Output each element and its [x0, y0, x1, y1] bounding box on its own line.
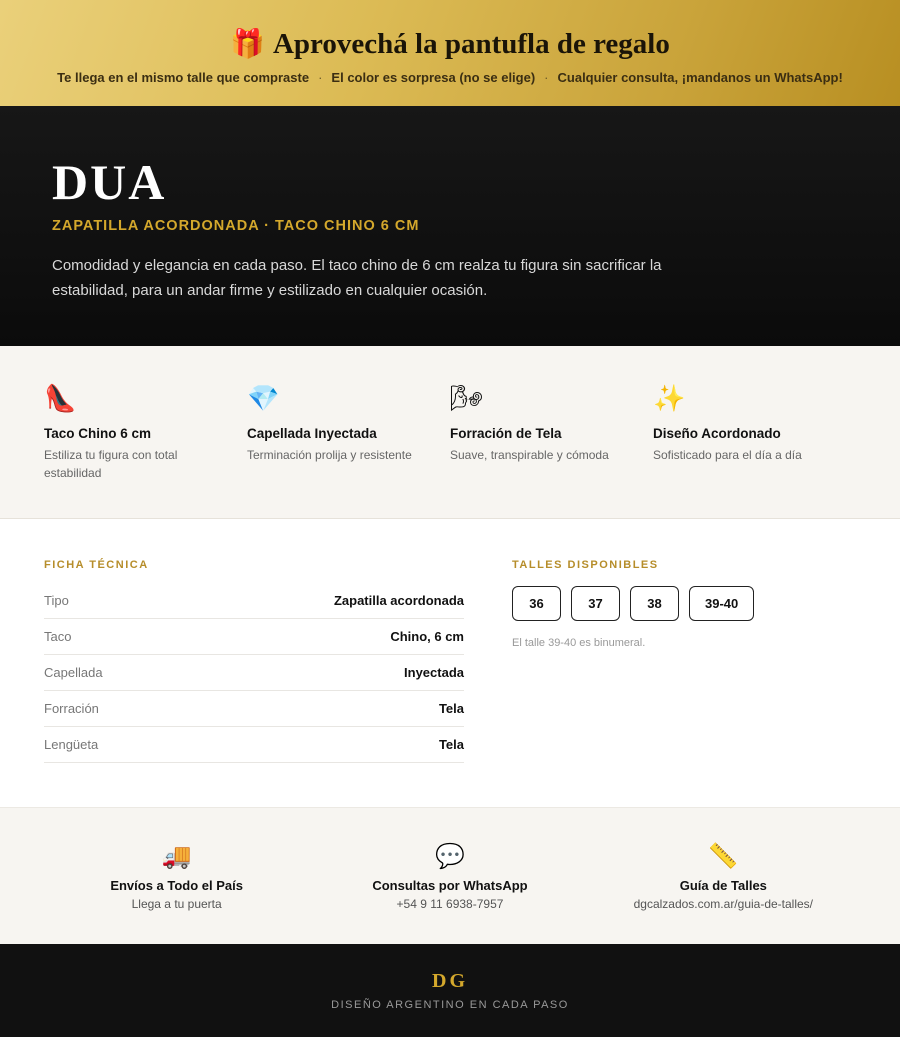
spec-row: Taco Chino, 6 cm — [44, 619, 464, 655]
spec-table: Tipo Zapatilla acordonada Taco Chino, 6 … — [44, 583, 464, 763]
feature-item: ✨ Diseño Acordonado Sofisticado para el … — [653, 384, 856, 518]
size-option-36[interactable]: 36 — [512, 586, 561, 621]
hero-section: DUA ZAPATILLA ACORDONADA · TACO CHINO 6 … — [0, 106, 900, 346]
feature-description: Sofisticado para el día a día — [653, 448, 802, 462]
spec-key: Lengüeta — [44, 737, 99, 752]
footer-logo: DG — [432, 970, 468, 992]
features-section: 👠 Taco Chino 6 cm Estiliza tu figura con… — [0, 346, 900, 519]
spec-row: Lengüeta Tela — [44, 727, 464, 763]
spec-row: Forración Tela — [44, 691, 464, 727]
spec-value: Inyectada — [404, 665, 464, 680]
product-description: Comodidad y elegancia en cada paso. El t… — [52, 257, 662, 299]
product-subtitle: ZAPATILLA ACORDONADA · TACO CHINO 6 CM — [52, 218, 420, 234]
service-title: Guía de Talles — [679, 878, 767, 893]
spec-key: Capellada — [44, 665, 103, 680]
promo-title-row: 🎁 Aprovechá la pantufla de regalo — [0, 26, 900, 62]
high-heel-icon: 👠 — [44, 384, 77, 414]
gem-icon: 💎 — [247, 384, 280, 414]
spec-row: Capellada Inyectada — [44, 655, 464, 691]
truck-icon: 🚚 — [161, 842, 192, 870]
feature-description: Terminación prolija y resistente — [247, 448, 412, 462]
ruler-icon: 📏 — [708, 842, 739, 870]
size-option-38[interactable]: 38 — [630, 586, 679, 621]
details-section: FICHA TÉCNICA Tipo Zapatilla acordonada … — [0, 519, 900, 808]
feature-title: Taco Chino 6 cm — [44, 426, 152, 441]
feature-item: 👠 Taco Chino 6 cm Estiliza tu figura con… — [44, 384, 247, 518]
service-title: Envíos a Todo el País — [110, 878, 243, 893]
size-note: El talle 39-40 es binumeral. — [512, 637, 646, 649]
spec-value: Chino, 6 cm — [390, 629, 464, 644]
size-option-39-40[interactable]: 39-40 — [689, 586, 755, 621]
size-option-37[interactable]: 37 — [571, 586, 620, 621]
whatsapp-number[interactable]: +54 9 11 6938-7957 — [320, 897, 580, 911]
promo-item: Cualquier consulta, ¡mandanos un WhatsAp… — [557, 70, 843, 85]
feature-description: Estiliza tu figura con total estabilidad — [44, 448, 178, 480]
footer-tagline: DISEÑO ARGENTINO EN CADA PASO — [331, 999, 569, 1011]
spec-value: Tela — [438, 701, 464, 716]
service-description: Llega a tu puerta — [131, 897, 222, 911]
service-item: 📏 Guía de Talles dgcalzados.com.ar/guia-… — [593, 842, 853, 944]
service-item: 💬 Consultas por WhatsApp +54 9 11 6938-7… — [320, 842, 580, 944]
chat-bubble-icon: 💬 — [435, 842, 465, 870]
spec-key: Tipo — [44, 593, 69, 608]
feature-item: 🌬 Forración de Tela Suave, transpirable … — [450, 384, 653, 518]
sizes-panel: TALLES DISPONIBLES 36 37 38 39-40 El tal… — [512, 559, 856, 807]
footer: DG DISEÑO ARGENTINO EN CADA PASO — [0, 944, 900, 1037]
service-item: 🚚 Envíos a Todo el País Llega a tu puert… — [47, 842, 307, 944]
promo-banner: 🎁 Aprovechá la pantufla de regalo Te lle… — [0, 0, 900, 106]
services-section: 🚚 Envíos a Todo el País Llega a tu puert… — [0, 808, 900, 944]
spec-sheet: FICHA TÉCNICA Tipo Zapatilla acordonada … — [44, 559, 464, 807]
spec-row: Tipo Zapatilla acordonada — [44, 583, 464, 619]
size-guide-link[interactable]: dgcalzados.com.ar/guia-de-talles/ — [593, 897, 853, 911]
size-options: 36 37 38 39-40 — [512, 586, 856, 621]
spec-sheet-label: FICHA TÉCNICA — [44, 559, 149, 571]
feature-description: Suave, transpirable y cómoda — [450, 448, 609, 462]
feature-title: Capellada Inyectada — [247, 426, 377, 441]
promo-items: Te llega en el mismo talle que compraste… — [0, 70, 900, 85]
feature-title: Diseño Acordonado — [653, 426, 781, 441]
sizes-label: TALLES DISPONIBLES — [512, 559, 659, 571]
spec-value: Tela — [438, 737, 464, 752]
promo-title: Aprovechá la pantufla de regalo — [272, 28, 670, 60]
sparkles-icon: ✨ — [653, 384, 686, 414]
feature-title: Forración de Tela — [450, 426, 562, 441]
product-title: DUA — [52, 154, 167, 210]
promo-separator: · — [318, 70, 323, 85]
promo-item: El color es sorpresa (no se elige) — [331, 70, 536, 85]
wind-icon: 🌬 — [450, 384, 484, 414]
spec-key: Taco — [44, 629, 72, 644]
spec-key: Forración — [44, 701, 99, 716]
promo-separator: · — [544, 70, 549, 85]
feature-item: 💎 Capellada Inyectada Terminación prolij… — [247, 384, 450, 518]
service-title: Consultas por WhatsApp — [372, 878, 528, 893]
spec-value: Zapatilla acordonada — [333, 593, 464, 608]
promo-item: Te llega en el mismo talle que compraste — [57, 70, 310, 85]
gift-icon: 🎁 — [230, 27, 265, 60]
